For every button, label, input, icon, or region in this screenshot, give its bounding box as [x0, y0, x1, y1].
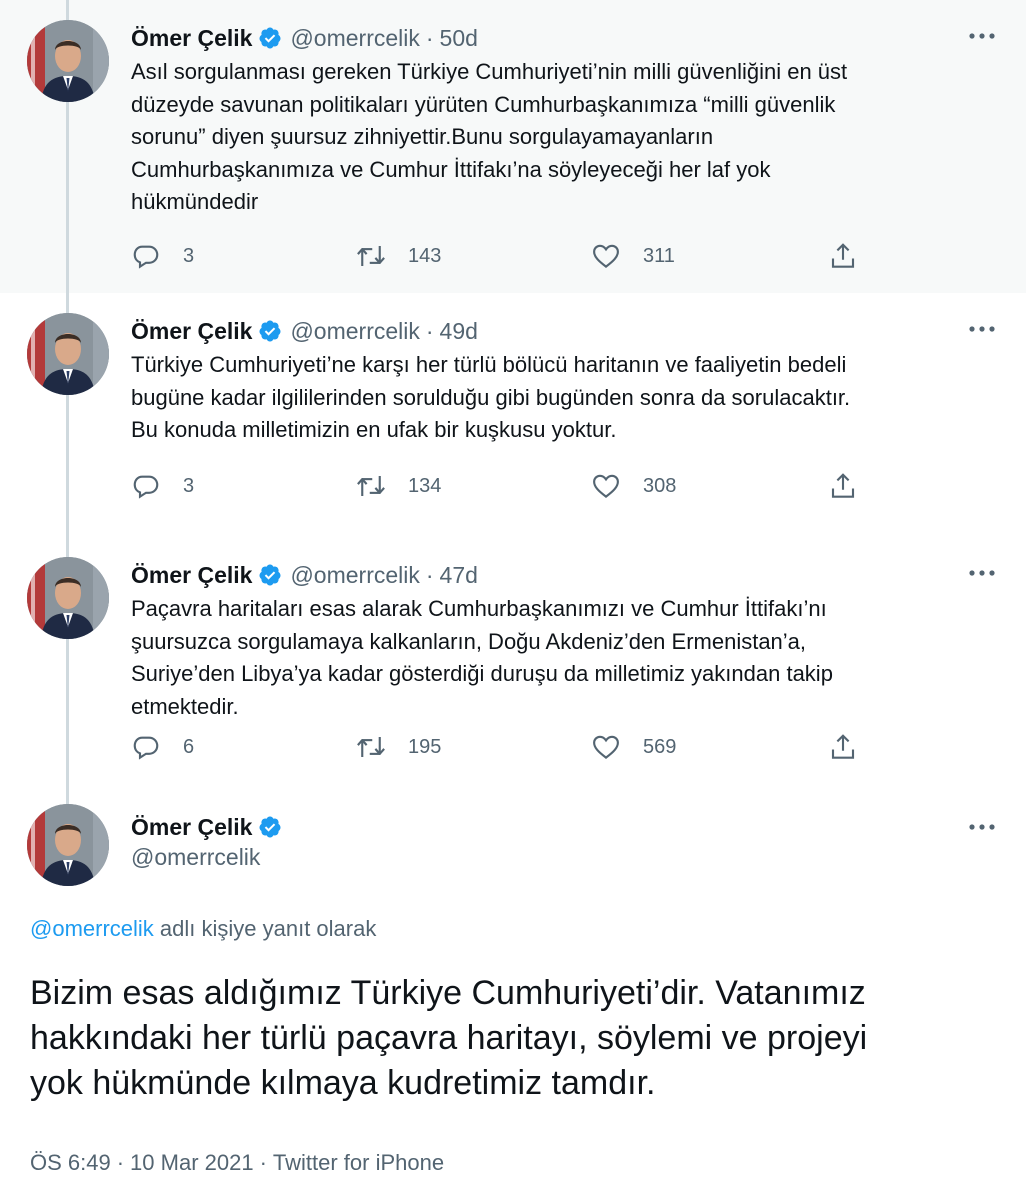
author-handle[interactable]: @omerrcelik [290, 562, 419, 589]
tweet[interactable]: Ömer Çelik @omerrcelik · 47d Paçavra har… [0, 537, 1026, 804]
more-options-icon[interactable] [968, 325, 996, 333]
like-icon [593, 735, 619, 759]
more-options-icon[interactable] [968, 823, 996, 831]
author-handle[interactable]: @omerrcelik [290, 25, 419, 52]
retweet-button[interactable]: 134 [356, 468, 441, 504]
more-options-icon[interactable] [968, 32, 996, 40]
retweet-button[interactable]: 195 [356, 729, 441, 765]
thread-line [66, 395, 69, 537]
reply-button[interactable]: 6 [131, 729, 194, 765]
separator-dot: · [425, 24, 434, 51]
separator-dot: · [425, 317, 434, 344]
author-handle[interactable]: @omerrcelik [290, 318, 419, 345]
author-name[interactable]: Ömer Çelik [131, 25, 252, 52]
tweet-time[interactable]: 50d [440, 25, 478, 52]
like-button[interactable]: 308 [591, 468, 676, 504]
avatar[interactable] [27, 557, 109, 639]
retweet-icon [357, 737, 385, 757]
like-count: 308 [643, 474, 677, 497]
tweet-actions: 3 134 308 [131, 468, 871, 504]
tweet-meta: ÖS 6:49 · 10 Mar 2021 · Twitter for iPhone [30, 1150, 444, 1176]
tweet-actions: 6 195 569 [131, 729, 871, 765]
verified-badge-icon [259, 27, 281, 49]
reply-icon [133, 245, 159, 269]
like-count: 311 [643, 244, 675, 267]
retweet-count: 134 [408, 474, 442, 497]
like-icon [593, 474, 619, 498]
like-icon [593, 244, 619, 268]
main-tweet-text: Bizim esas aldığımız Türkiye Cumhuriyeti… [30, 974, 868, 1102]
author-handle[interactable]: @omerrcelik [131, 844, 260, 871]
avatar[interactable] [27, 313, 109, 395]
replying-to: @omerrcelik adlı kişiye yanıt olarak [30, 916, 376, 942]
reply-icon [133, 736, 159, 760]
thread-line [66, 0, 69, 22]
verified-badge-icon [259, 816, 281, 838]
retweet-button[interactable]: 143 [356, 238, 441, 274]
author-name[interactable]: Ömer Çelik [131, 562, 252, 589]
thread-line [66, 639, 69, 804]
reply-count: 3 [183, 244, 195, 267]
more-options-icon[interactable] [968, 569, 996, 577]
tweet-text: Asıl sorgulanması gereken Türkiye Cumhur… [131, 59, 848, 214]
avatar[interactable] [27, 804, 109, 886]
tweet-text: Paçavra haritaları esas alarak Cumhurbaş… [131, 596, 833, 719]
retweet-count: 195 [408, 735, 442, 758]
reply-icon [133, 475, 159, 499]
separator-dot: · [116, 1150, 125, 1175]
replying-to-label: adlı kişiye yanıt olarak [159, 916, 377, 941]
share-button[interactable] [828, 468, 858, 504]
like-count: 569 [643, 735, 677, 758]
tweet-text: Türkiye Cumhuriyeti’ne karşı her türlü b… [131, 352, 851, 442]
author-name[interactable]: Ömer Çelik [131, 318, 252, 345]
author-name[interactable]: Ömer Çelik [131, 814, 252, 841]
avatar[interactable] [27, 20, 109, 102]
retweet-icon [357, 476, 385, 496]
like-button[interactable]: 569 [591, 729, 676, 765]
verified-badge-icon [259, 320, 281, 342]
reply-button[interactable]: 3 [131, 238, 194, 274]
retweet-icon [357, 246, 385, 266]
tweet-header: Ömer Çelik [131, 811, 290, 843]
tweet-date[interactable]: 10 Mar 2021 [130, 1150, 254, 1175]
share-icon [831, 734, 855, 759]
thread-line [66, 293, 69, 315]
tweet[interactable]: Ömer Çelik @omerrcelik · 50d Asıl sorgul… [0, 0, 1026, 293]
reply-count: 3 [183, 474, 195, 497]
tweet-time[interactable]: ÖS 6:49 [30, 1150, 111, 1175]
share-button[interactable] [828, 238, 858, 274]
reply-count: 6 [183, 735, 195, 758]
tweet[interactable]: Ömer Çelik @omerrcelik · 49d Türkiye Cum… [0, 293, 1026, 537]
thread-line [66, 102, 69, 293]
main-tweet: Ömer Çelik @omerrcelik @omerrcelik adlı … [0, 804, 1026, 1200]
share-icon [831, 243, 855, 268]
tweet-header: Ömer Çelik @omerrcelik · 47d [131, 559, 478, 591]
tweet-header: Ömer Çelik @omerrcelik · 50d [131, 22, 478, 54]
tweet-header: Ömer Çelik @omerrcelik · 49d [131, 315, 478, 347]
share-button[interactable] [828, 729, 858, 765]
retweet-count: 143 [408, 244, 442, 267]
share-icon [831, 473, 855, 498]
thread-line [66, 537, 69, 559]
verified-badge-icon [259, 564, 281, 586]
tweet-source[interactable]: Twitter for iPhone [273, 1150, 444, 1175]
tweet-actions: 3 143 311 [131, 238, 871, 274]
separator-dot: · [425, 561, 434, 588]
like-button[interactable]: 311 [591, 238, 675, 274]
reply-button[interactable]: 3 [131, 468, 194, 504]
tweet-time[interactable]: 47d [440, 562, 478, 589]
replying-to-link[interactable]: @omerrcelik [30, 916, 154, 941]
separator-dot: · [259, 1150, 267, 1175]
tweet-time[interactable]: 49d [440, 318, 478, 345]
